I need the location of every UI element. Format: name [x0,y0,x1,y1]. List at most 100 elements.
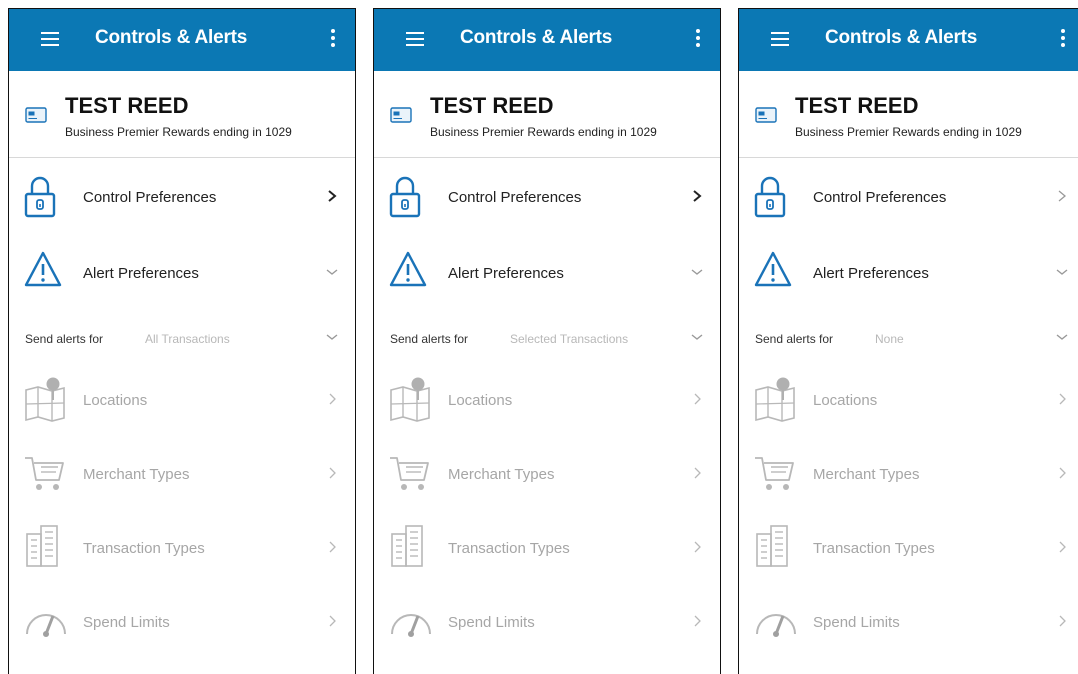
lock-icon [24,176,56,218]
chevron-right-icon [693,190,702,202]
account-header: TEST REED Business Premier Rewards endin… [374,71,720,158]
merchant-types-row[interactable]: Merchant Types [374,440,720,514]
send-alerts-value: All Transactions [145,332,230,346]
control-preferences-row[interactable]: Control Preferences [9,158,355,238]
chevron-down-icon [326,269,338,275]
list-item-label: Merchant Types [813,466,920,483]
locations-row[interactable]: Locations [739,366,1078,440]
alert-preferences-row[interactable]: Alert Preferences [374,238,720,316]
lock-icon [754,176,786,218]
send-alerts-dropdown[interactable]: Send alerts for None [739,316,1078,366]
warning-icon [389,251,427,287]
chevron-down-icon [326,334,338,340]
warning-icon [24,251,62,287]
alert-preferences-label: Alert Preferences [813,265,929,282]
chevron-right-icon [694,393,701,405]
lock-icon [389,176,421,218]
building-icon [391,525,423,567]
chevron-down-icon [1056,334,1068,340]
chevron-right-icon [1059,393,1066,405]
chevron-right-icon [694,467,701,479]
chevron-down-icon [1056,269,1068,275]
list-item-label: Spend Limits [813,614,900,631]
credit-card-icon [390,107,412,123]
send-alerts-dropdown[interactable]: Send alerts for Selected Transactions [374,316,720,366]
phone-panel: Controls & Alerts TEST REED Business Pre… [8,8,356,674]
chevron-right-icon [1059,467,1066,479]
app-bar: Controls & Alerts [739,9,1078,71]
map-pin-icon [25,377,65,422]
alert-preferences-label: Alert Preferences [83,265,199,282]
warning-icon [754,251,792,287]
send-alerts-dropdown[interactable]: Send alerts for All Transactions [9,316,355,366]
account-description: Business Premier Rewards ending in 1029 [65,125,292,139]
chevron-right-icon [1059,615,1066,627]
more-vert-icon[interactable] [696,29,700,50]
hamburger-menu-icon[interactable] [771,32,789,46]
more-vert-icon[interactable] [331,29,335,50]
chevron-right-icon [694,615,701,627]
list-item-label: Spend Limits [448,614,535,631]
list-item-label: Transaction Types [813,540,935,557]
chevron-right-icon [329,467,336,479]
chevron-right-icon [1059,541,1066,553]
merchant-types-row[interactable]: Merchant Types [739,440,1078,514]
alert-preferences-row[interactable]: Alert Preferences [739,238,1078,316]
control-preferences-label: Control Preferences [83,189,217,206]
app-bar: Controls & Alerts [9,9,355,71]
locations-row[interactable]: Locations [374,366,720,440]
send-alerts-label: Send alerts for [390,332,469,346]
shopping-cart-icon [755,457,794,490]
send-alerts-label: Send alerts for [25,332,104,346]
building-icon [26,525,58,567]
chevron-down-icon [691,334,703,340]
chevron-right-icon [328,190,337,202]
alert-preferences-row[interactable]: Alert Preferences [9,238,355,316]
send-alerts-value: Selected Transactions [510,332,629,346]
account-description: Business Premier Rewards ending in 1029 [795,125,1022,139]
chevron-right-icon [1058,190,1067,202]
app-bar-title: Controls & Alerts [95,27,248,48]
transaction-types-row[interactable]: Transaction Types [739,514,1078,588]
control-preferences-row[interactable]: Control Preferences [374,158,720,238]
transaction-types-row[interactable]: Transaction Types [9,514,355,588]
locations-row[interactable]: Locations [9,366,355,440]
list-item-label: Transaction Types [83,540,205,557]
merchant-types-row[interactable]: Merchant Types [9,440,355,514]
account-header: TEST REED Business Premier Rewards endin… [739,71,1078,158]
send-alerts-label: Send alerts for [755,332,834,346]
control-preferences-label: Control Preferences [813,189,947,206]
account-header: TEST REED Business Premier Rewards endin… [9,71,355,158]
transaction-types-row[interactable]: Transaction Types [374,514,720,588]
hamburger-menu-icon[interactable] [406,32,424,46]
account-name: TEST REED [430,93,554,118]
control-preferences-label: Control Preferences [448,189,582,206]
control-preferences-row[interactable]: Control Preferences [739,158,1078,238]
chevron-right-icon [329,541,336,553]
spend-limits-row[interactable]: Spend Limits [739,588,1078,662]
list-item-label: Merchant Types [83,466,190,483]
list-item-label: Merchant Types [448,466,555,483]
spend-limits-row[interactable]: Spend Limits [9,588,355,662]
shopping-cart-icon [25,457,64,490]
chevron-right-icon [329,393,336,405]
credit-card-icon [755,107,777,123]
chevron-right-icon [694,541,701,553]
phone-panel: Controls & Alerts TEST REED Business Pre… [373,8,721,674]
chevron-right-icon [329,615,336,627]
hamburger-menu-icon[interactable] [41,32,59,46]
list-item-label: Locations [83,392,148,409]
speedometer-icon [756,614,796,637]
alert-preferences-label: Alert Preferences [448,265,564,282]
shopping-cart-icon [390,457,429,490]
list-item-label: Spend Limits [83,614,170,631]
spend-limits-row[interactable]: Spend Limits [374,588,720,662]
map-pin-icon [755,377,795,422]
phone-panel: Controls & Alerts TEST REED Business Pre… [738,8,1078,674]
app-bar-title: Controls & Alerts [825,27,978,48]
app-bar: Controls & Alerts [374,9,720,71]
more-vert-icon[interactable] [1061,29,1065,50]
chevron-down-icon [691,269,703,275]
speedometer-icon [391,614,431,637]
map-pin-icon [390,377,430,422]
